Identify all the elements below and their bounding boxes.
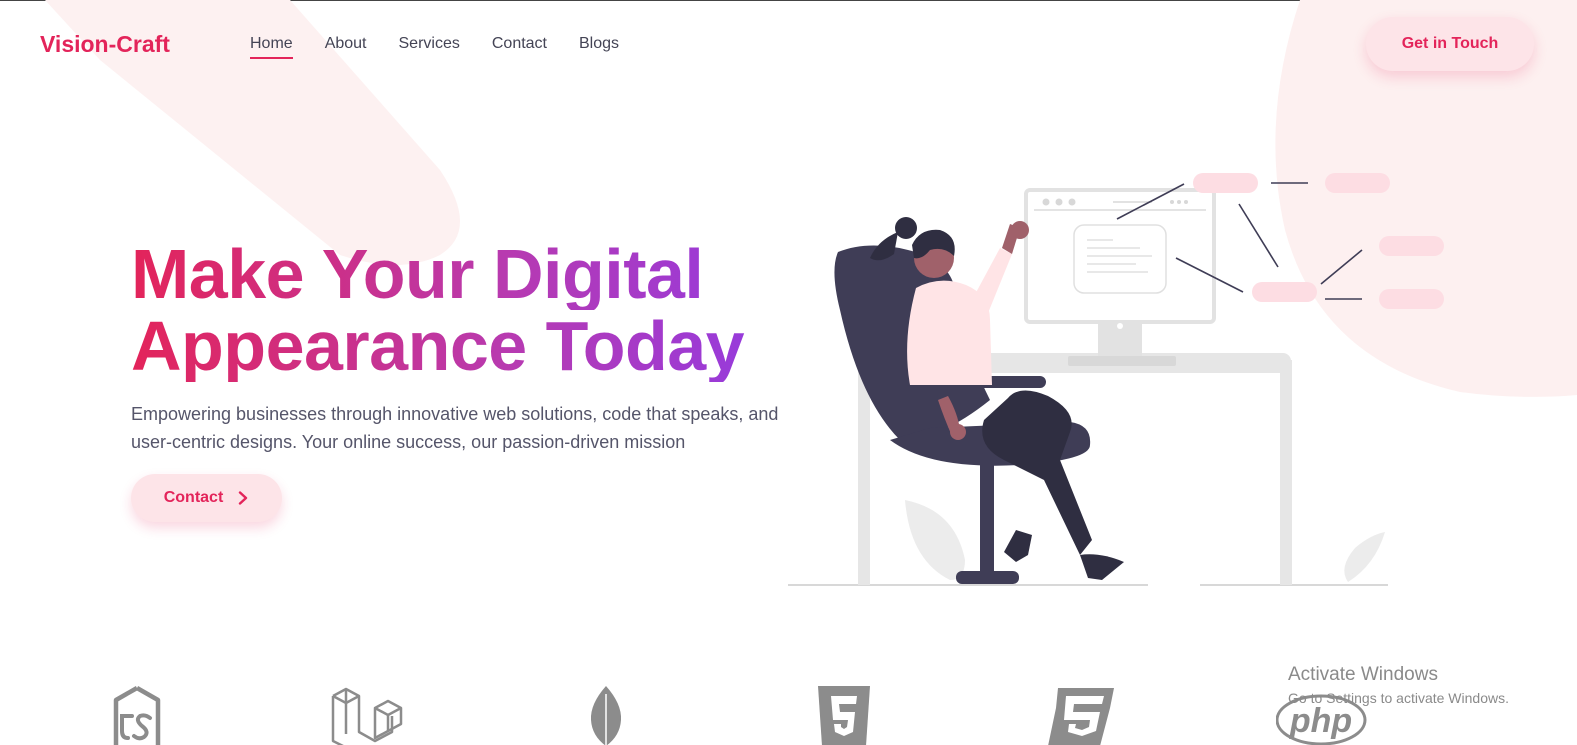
hero-subtitle-line-2: user-centric designs. Your online succes… — [131, 432, 686, 452]
mongodb-icon — [590, 686, 622, 745]
nav-link-contact[interactable]: Contact — [492, 35, 547, 59]
hero-title: Make Your Digital Appearance Today — [131, 238, 811, 382]
nav-links: Home About Services Contact Blogs — [250, 35, 651, 59]
get-in-touch-button[interactable]: Get in Touch — [1366, 17, 1534, 71]
watermark-title: Activate Windows — [1288, 664, 1438, 685]
laravel-icon — [331, 687, 403, 745]
nav-link-blogs[interactable]: Blogs — [579, 35, 619, 59]
hero-section: Make Your Digital Appearance Today Empow… — [131, 238, 811, 522]
chevron-right-icon — [237, 491, 249, 505]
watermark-subtitle: Go to Settings to activate Windows. — [1288, 690, 1509, 706]
hero-title-line-2: Appearance Today — [131, 310, 811, 382]
css3-icon — [1048, 688, 1114, 745]
hero-title-line-1: Make Your Digital — [131, 238, 811, 310]
contact-button-label: Contact — [163, 489, 224, 506]
hero-illustration — [788, 173, 1444, 586]
contact-button[interactable]: Contact — [131, 474, 282, 522]
navbar: Vision-Craft Home About Services Contact… — [0, 0, 1577, 90]
hero-subtitle: Empowering businesses through innovative… — [131, 400, 791, 456]
hero-subtitle-line-1: Empowering businesses through innovative… — [131, 404, 779, 424]
windows-activation-watermark: Activate Windows Go to Settings to activ… — [1288, 664, 1509, 706]
nodejs-icon — [113, 686, 161, 745]
nav-link-about[interactable]: About — [325, 35, 367, 59]
html5-icon — [818, 686, 870, 745]
php-icon-text: php — [1289, 702, 1352, 740]
nav-link-services[interactable]: Services — [399, 35, 460, 59]
nav-link-home[interactable]: Home — [250, 35, 293, 59]
brand-logo[interactable]: Vision-Craft — [40, 31, 170, 58]
